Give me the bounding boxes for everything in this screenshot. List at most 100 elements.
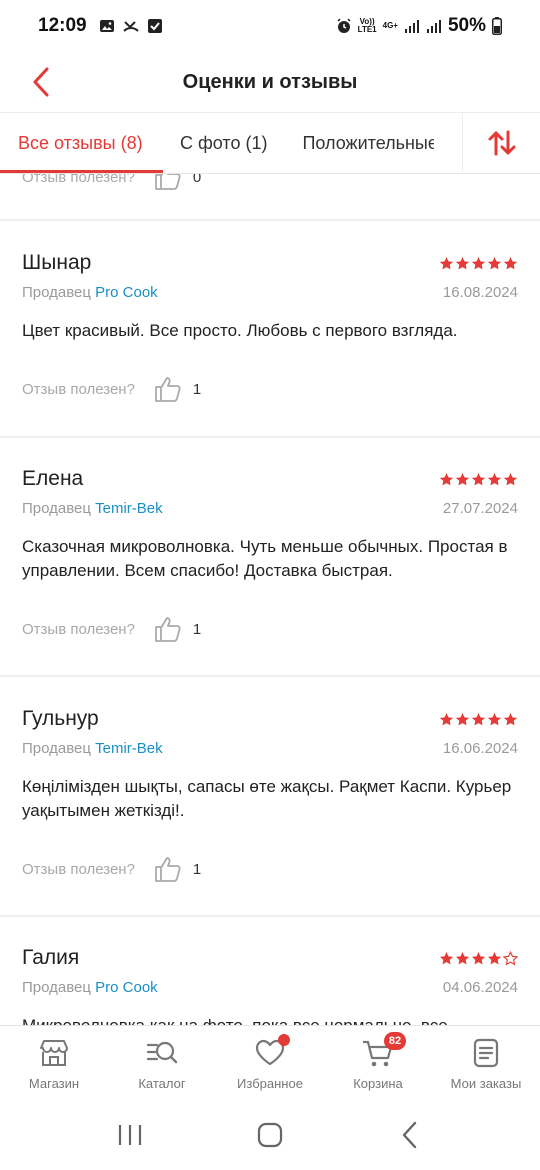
star-filled-icon: [439, 256, 454, 269]
home-button[interactable]: [250, 1115, 290, 1155]
catalog-search-icon: [146, 1041, 178, 1064]
review-date: 27.07.2024: [442, 500, 518, 517]
star-empty-icon: [503, 950, 518, 966]
star-filled-icon: [503, 472, 518, 485]
review-helpful: Отзыв полезен? 1: [22, 854, 201, 884]
helpful-count: 1: [192, 620, 202, 638]
checkbox-icon: [147, 19, 162, 33]
thumbs-up-icon[interactable]: [153, 374, 183, 404]
nav-favorites-label: Избранное: [237, 1076, 303, 1091]
review-card: Галия Продавец Pro Cook 04.06.2024 Микро…: [0, 941, 540, 1025]
tab-positive[interactable]: Положительные (8: [284, 113, 434, 173]
nav-favorites[interactable]: Избранное: [216, 1026, 324, 1100]
nav-shop-label: Магазин: [28, 1076, 80, 1091]
nav-shop[interactable]: Магазин: [0, 1026, 108, 1100]
star-filled-icon: [439, 951, 454, 964]
review-date: 04.06.2024: [442, 979, 518, 996]
review-filter-tabs: Все отзывы (8) С фото (1) Положительные …: [0, 112, 540, 174]
system-back-icon: [402, 1121, 417, 1149]
star-filled-icon: [487, 256, 502, 269]
shop-icon: [40, 1040, 68, 1066]
app-header: Оценки и отзывы: [0, 52, 540, 112]
review-card: Гульнур Продавец Temir-Bek 16.06.2024 Кө…: [0, 702, 540, 823]
gallery-icon: [99, 20, 114, 32]
helpful-label: Отзыв полезен?: [22, 620, 135, 638]
helpful-label: Отзыв полезен?: [22, 380, 135, 398]
thumbs-up-icon[interactable]: [153, 614, 183, 644]
helpful-count: 1: [192, 380, 202, 398]
back-arrow-icon: [33, 67, 49, 97]
nav-cart[interactable]: 82 Корзина: [324, 1026, 432, 1100]
review-text: Көңілімізден шықты, сапасы өте жақсы. Ра…: [22, 777, 512, 820]
review-card: Шынар Продавец Pro Cook 16.08.2024 Цвет …: [0, 246, 540, 343]
thumbs-up-icon[interactable]: [153, 854, 183, 884]
back-button[interactable]: [26, 62, 56, 102]
rating-stars: [439, 256, 518, 271]
review-date: 16.06.2024: [442, 740, 518, 757]
alarm-icon: [337, 18, 351, 33]
helpful-label: Отзыв полезен?: [22, 860, 135, 878]
helpful-count: 0: [192, 174, 202, 186]
sort-icon: [488, 130, 515, 156]
helpful-count: 1: [192, 860, 202, 878]
network-type: 4G+: [382, 21, 398, 30]
favorites-indicator-dot: [278, 1034, 290, 1046]
tab-all-reviews[interactable]: Все отзывы (8): [0, 113, 163, 173]
star-filled-icon: [471, 951, 486, 964]
rating-stars: [439, 712, 518, 727]
star-filled-icon: [487, 712, 502, 725]
home-icon: [257, 1122, 283, 1148]
rating-stars: [439, 950, 518, 966]
star-filled-icon: [455, 712, 470, 725]
review-helpful: Отзыв полезен? 1: [22, 614, 201, 644]
seller-link[interactable]: Pro Cook: [95, 979, 158, 996]
battery-icon: [492, 17, 502, 35]
star-filled-icon: [471, 256, 486, 269]
system-back-button[interactable]: [390, 1115, 430, 1155]
star-filled-icon: [471, 472, 486, 485]
star-filled-icon: [487, 951, 502, 964]
seller-label: Продавец: [22, 740, 91, 757]
seller-link[interactable]: Temir-Bek: [95, 740, 163, 757]
star-filled-icon: [503, 256, 518, 269]
divider: [0, 219, 540, 221]
seller-label: Продавец: [22, 979, 91, 996]
sort-button[interactable]: [462, 113, 540, 173]
seller-link[interactable]: Pro Cook: [95, 284, 158, 301]
recent-apps-button[interactable]: [110, 1115, 150, 1155]
page-title: Оценки и отзывы: [182, 70, 358, 93]
star-filled-icon: [487, 472, 502, 485]
partial-review-helpful: Отзыв полезен? 0: [22, 174, 201, 192]
star-filled-icon: [503, 712, 518, 725]
nav-orders[interactable]: Мои заказы: [432, 1026, 540, 1100]
star-filled-icon: [439, 472, 454, 485]
status-bar: 12:09 Vo)) LTE1 4G+ 50%: [0, 0, 540, 52]
seller-link[interactable]: Temir-Bek: [95, 500, 163, 517]
star-filled-icon: [455, 256, 470, 269]
tab-with-photo[interactable]: С фото (1): [163, 113, 284, 173]
reviewer-name: Елена: [22, 467, 84, 490]
divider: [0, 675, 540, 677]
divider: [0, 436, 540, 438]
signal-icon: [404, 20, 419, 33]
review-card: Елена Продавец Temir-Bek 27.07.2024 Сказ…: [0, 462, 540, 583]
helpful-label: Отзыв полезен?: [22, 174, 135, 186]
nav-orders-label: Мои заказы: [450, 1076, 522, 1091]
recent-apps-icon: [118, 1125, 142, 1145]
cart-count-badge: 82: [384, 1032, 406, 1050]
star-filled-icon: [439, 712, 454, 725]
reviews-list[interactable]: Отзыв полезен? 0 Шынар Продавец Pro Cook…: [0, 174, 540, 1025]
missed-call-icon: [122, 21, 139, 32]
star-filled-icon: [455, 951, 470, 964]
bottom-navigation: Магазин Каталог Избранное 82 Корзина Мои…: [0, 1025, 540, 1100]
network-lte: LTE1: [357, 25, 377, 34]
star-filled-icon: [471, 712, 486, 725]
seller-label: Продавец: [22, 500, 91, 517]
review-text: Цвет красивый. Все просто. Любовь с перв…: [22, 321, 458, 340]
nav-catalog[interactable]: Каталог: [108, 1026, 216, 1100]
status-time: 12:09: [38, 15, 87, 36]
reviewer-name: Шынар: [22, 251, 92, 274]
review-text: Сказочная микроволновка. Чуть меньше обы…: [22, 537, 508, 580]
thumbs-up-icon[interactable]: [153, 174, 183, 192]
system-navigation-bar: [0, 1100, 540, 1170]
